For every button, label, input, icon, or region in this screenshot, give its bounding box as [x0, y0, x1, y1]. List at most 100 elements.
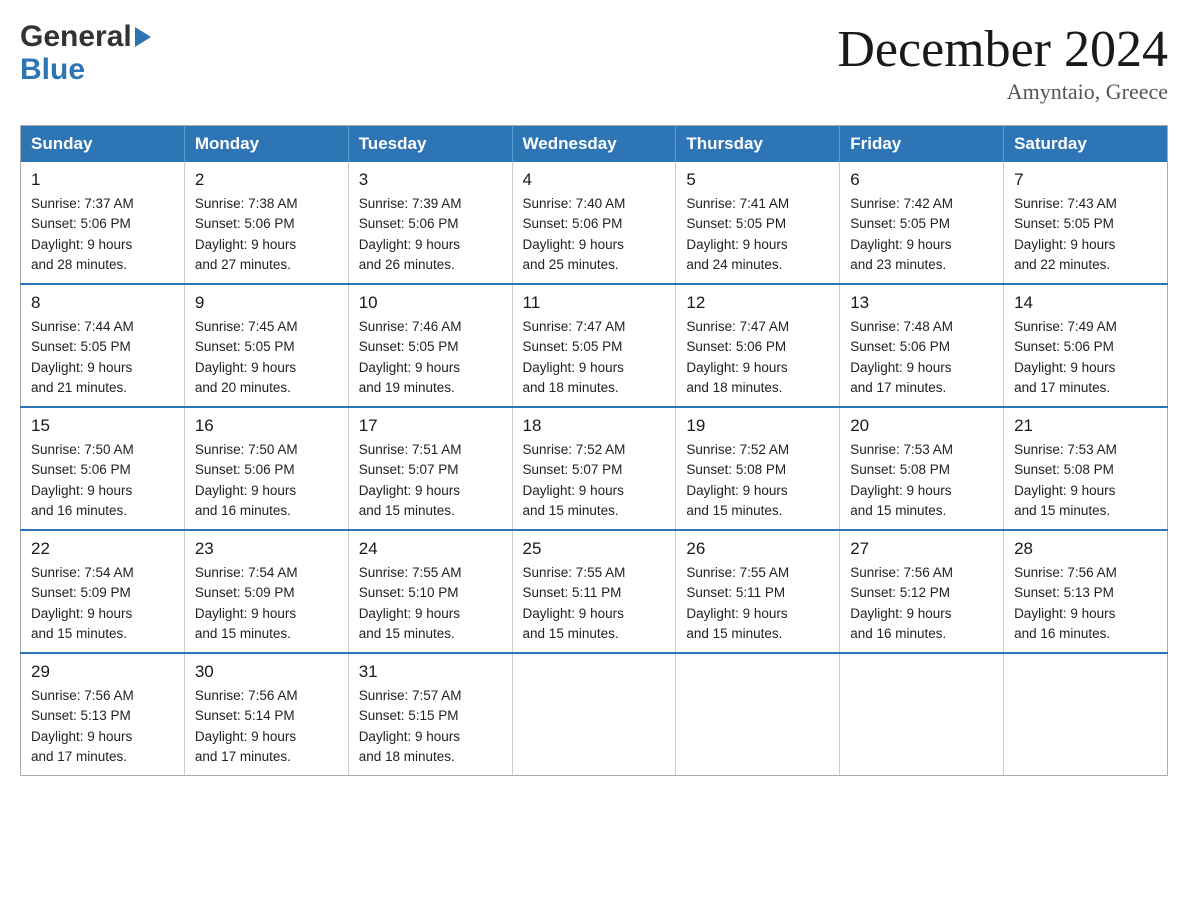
- day-info: Sunrise: 7:57 AMSunset: 5:15 PMDaylight:…: [359, 686, 502, 767]
- calendar-cell: [1004, 653, 1168, 776]
- day-info: Sunrise: 7:47 AMSunset: 5:06 PMDaylight:…: [686, 317, 829, 398]
- day-number: 10: [359, 293, 502, 313]
- location-title: Amyntaio, Greece: [837, 79, 1168, 105]
- calendar-cell: 9Sunrise: 7:45 AMSunset: 5:05 PMDaylight…: [184, 284, 348, 407]
- calendar-header-saturday: Saturday: [1004, 126, 1168, 163]
- day-number: 26: [686, 539, 829, 559]
- calendar-cell: 25 Sunrise: 7:55 AMSunset: 5:11 PMDayligh…: [512, 530, 676, 653]
- day-info: Sunrise: 7:54 AMSunset: 5:09 PMDaylight:…: [31, 563, 174, 644]
- day-info: Sunrise: 7:41 AMSunset: 5:05 PMDaylight:…: [686, 194, 829, 275]
- day-info: Sunrise: 7:37 AMSunset: 5:06 PMDaylight:…: [31, 194, 174, 275]
- calendar-cell: 24 Sunrise: 7:55 AMSunset: 5:10 PMDayligh…: [348, 530, 512, 653]
- day-info: Sunrise: 7:56 AMSunset: 5:13 PMDaylight:…: [31, 686, 174, 767]
- day-number: 5: [686, 170, 829, 190]
- day-number: 1: [31, 170, 174, 190]
- calendar-header-tuesday: Tuesday: [348, 126, 512, 163]
- day-info: Sunrise: 7:52 AMSunset: 5:07 PMDaylight:…: [523, 440, 666, 521]
- logo-general-text: General: [20, 20, 132, 53]
- day-number: 24: [359, 539, 502, 559]
- day-number: 29: [31, 662, 174, 682]
- day-number: 12: [686, 293, 829, 313]
- day-number: 17: [359, 416, 502, 436]
- calendar-header-wednesday: Wednesday: [512, 126, 676, 163]
- calendar-cell: 4 Sunrise: 7:40 AMSunset: 5:06 PMDaylight…: [512, 162, 676, 284]
- calendar-cell: 17 Sunrise: 7:51 AMSunset: 5:07 PMDayligh…: [348, 407, 512, 530]
- calendar-week-5: 29 Sunrise: 7:56 AMSunset: 5:13 PMDayligh…: [21, 653, 1168, 776]
- calendar-cell: 5 Sunrise: 7:41 AMSunset: 5:05 PMDaylight…: [676, 162, 840, 284]
- day-info: Sunrise: 7:56 AMSunset: 5:13 PMDaylight:…: [1014, 563, 1157, 644]
- day-number: 31: [359, 662, 502, 682]
- calendar-header-friday: Friday: [840, 126, 1004, 163]
- day-number: 15: [31, 416, 174, 436]
- calendar-cell: 20Sunrise: 7:53 AMSunset: 5:08 PMDayligh…: [840, 407, 1004, 530]
- calendar-cell: 10 Sunrise: 7:46 AMSunset: 5:05 PMDayligh…: [348, 284, 512, 407]
- calendar-cell: 7 Sunrise: 7:43 AMSunset: 5:05 PMDaylight…: [1004, 162, 1168, 284]
- day-info: Sunrise: 7:56 AMSunset: 5:12 PMDaylight:…: [850, 563, 993, 644]
- calendar-week-1: 1 Sunrise: 7:37 AMSunset: 5:06 PMDaylight…: [21, 162, 1168, 284]
- logo-line1: General: [20, 20, 151, 53]
- day-info: Sunrise: 7:50 AMSunset: 5:06 PMDaylight:…: [195, 440, 338, 521]
- calendar-cell: 13 Sunrise: 7:48 AMSunset: 5:06 PMDayligh…: [840, 284, 1004, 407]
- day-number: 11: [523, 293, 666, 313]
- day-number: 9: [195, 293, 338, 313]
- calendar-header-sunday: Sunday: [21, 126, 185, 163]
- day-info: Sunrise: 7:38 AMSunset: 5:06 PMDaylight:…: [195, 194, 338, 275]
- title-section: December 2024 Amyntaio, Greece: [837, 20, 1168, 105]
- calendar-week-4: 22 Sunrise: 7:54 AMSunset: 5:09 PMDayligh…: [21, 530, 1168, 653]
- day-number: 25: [523, 539, 666, 559]
- calendar-cell: 26 Sunrise: 7:55 AMSunset: 5:11 PMDayligh…: [676, 530, 840, 653]
- month-title: December 2024: [837, 20, 1168, 79]
- day-info: Sunrise: 7:55 AMSunset: 5:11 PMDaylight:…: [686, 563, 829, 644]
- calendar-cell: 21Sunrise: 7:53 AMSunset: 5:08 PMDayligh…: [1004, 407, 1168, 530]
- calendar-cell: 29 Sunrise: 7:56 AMSunset: 5:13 PMDayligh…: [21, 653, 185, 776]
- calendar-cell: 11 Sunrise: 7:47 AMSunset: 5:05 PMDayligh…: [512, 284, 676, 407]
- day-info: Sunrise: 7:55 AMSunset: 5:11 PMDaylight:…: [523, 563, 666, 644]
- day-info: Sunrise: 7:54 AMSunset: 5:09 PMDaylight:…: [195, 563, 338, 644]
- day-number: 27: [850, 539, 993, 559]
- day-info: Sunrise: 7:51 AMSunset: 5:07 PMDaylight:…: [359, 440, 502, 521]
- day-info: Sunrise: 7:49 AMSunset: 5:06 PMDaylight:…: [1014, 317, 1157, 398]
- calendar-cell: 8Sunrise: 7:44 AMSunset: 5:05 PMDaylight…: [21, 284, 185, 407]
- day-number: 7: [1014, 170, 1157, 190]
- day-info: Sunrise: 7:56 AMSunset: 5:14 PMDaylight:…: [195, 686, 338, 767]
- calendar-table: SundayMondayTuesdayWednesdayThursdayFrid…: [20, 125, 1168, 776]
- logo: General Blue: [20, 20, 151, 86]
- day-number: 22: [31, 539, 174, 559]
- day-info: Sunrise: 7:47 AMSunset: 5:05 PMDaylight:…: [523, 317, 666, 398]
- day-number: 18: [523, 416, 666, 436]
- calendar-cell: 1 Sunrise: 7:37 AMSunset: 5:06 PMDaylight…: [21, 162, 185, 284]
- calendar-header-thursday: Thursday: [676, 126, 840, 163]
- day-info: Sunrise: 7:46 AMSunset: 5:05 PMDaylight:…: [359, 317, 502, 398]
- day-number: 21: [1014, 416, 1157, 436]
- day-number: 28: [1014, 539, 1157, 559]
- page-header: General Blue December 2024 Amyntaio, Gre…: [20, 20, 1168, 105]
- day-number: 6: [850, 170, 993, 190]
- calendar-cell: 19Sunrise: 7:52 AMSunset: 5:08 PMDayligh…: [676, 407, 840, 530]
- day-number: 14: [1014, 293, 1157, 313]
- calendar-cell: 3Sunrise: 7:39 AMSunset: 5:06 PMDaylight…: [348, 162, 512, 284]
- calendar-cell: 16 Sunrise: 7:50 AMSunset: 5:06 PMDayligh…: [184, 407, 348, 530]
- day-info: Sunrise: 7:50 AMSunset: 5:06 PMDaylight:…: [31, 440, 174, 521]
- day-info: Sunrise: 7:55 AMSunset: 5:10 PMDaylight:…: [359, 563, 502, 644]
- day-number: 30: [195, 662, 338, 682]
- day-number: 3: [359, 170, 502, 190]
- day-number: 13: [850, 293, 993, 313]
- day-info: Sunrise: 7:40 AMSunset: 5:06 PMDaylight:…: [523, 194, 666, 275]
- calendar-cell: 31 Sunrise: 7:57 AMSunset: 5:15 PMDayligh…: [348, 653, 512, 776]
- day-info: Sunrise: 7:53 AMSunset: 5:08 PMDaylight:…: [850, 440, 993, 521]
- calendar-cell: 23 Sunrise: 7:54 AMSunset: 5:09 PMDayligh…: [184, 530, 348, 653]
- calendar-cell: 12 Sunrise: 7:47 AMSunset: 5:06 PMDayligh…: [676, 284, 840, 407]
- calendar-cell: 28 Sunrise: 7:56 AMSunset: 5:13 PMDayligh…: [1004, 530, 1168, 653]
- calendar-cell: 18 Sunrise: 7:52 AMSunset: 5:07 PMDayligh…: [512, 407, 676, 530]
- day-number: 16: [195, 416, 338, 436]
- day-number: 8: [31, 293, 174, 313]
- day-number: 23: [195, 539, 338, 559]
- day-number: 4: [523, 170, 666, 190]
- calendar-cell: 30 Sunrise: 7:56 AMSunset: 5:14 PMDayligh…: [184, 653, 348, 776]
- calendar-cell: 27 Sunrise: 7:56 AMSunset: 5:12 PMDayligh…: [840, 530, 1004, 653]
- day-info: Sunrise: 7:42 AMSunset: 5:05 PMDaylight:…: [850, 194, 993, 275]
- day-info: Sunrise: 7:43 AMSunset: 5:05 PMDaylight:…: [1014, 194, 1157, 275]
- day-info: Sunrise: 7:48 AMSunset: 5:06 PMDaylight:…: [850, 317, 993, 398]
- calendar-cell: 15 Sunrise: 7:50 AMSunset: 5:06 PMDayligh…: [21, 407, 185, 530]
- calendar-cell: [676, 653, 840, 776]
